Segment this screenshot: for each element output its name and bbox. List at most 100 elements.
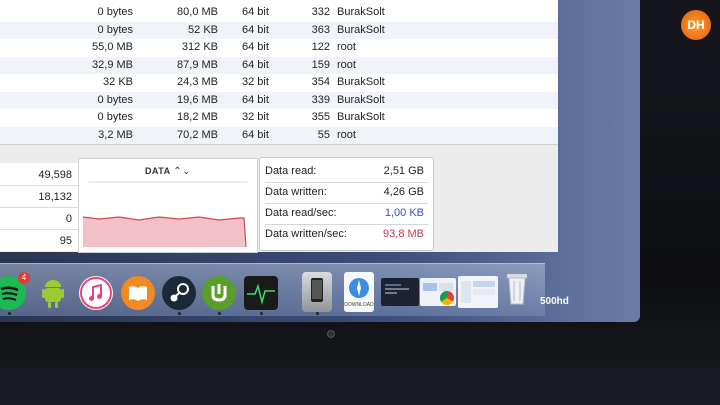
desktop-text: 500hd <box>540 296 569 307</box>
utorrent-icon[interactable] <box>202 276 236 310</box>
bytes-written-cell: 312 KB <box>181 41 218 53</box>
terminal-window-icon[interactable] <box>381 278 419 306</box>
kind-cell: 64 bit <box>242 41 269 53</box>
dock: 4 DOWNLOAD <box>0 263 545 316</box>
user-cell: BurakSolt <box>337 6 385 18</box>
table-row[interactable]: 55,0 MB 312 KB 64 bit 122 root <box>0 39 558 57</box>
table-row[interactable]: 3,2 MB 70,2 MB 64 bit 55 root <box>0 126 558 144</box>
bytes-written-cell: 18,2 MB <box>177 111 218 123</box>
reads-in-sec-count: 0 <box>65 213 72 225</box>
steam-icon[interactable] <box>162 276 196 310</box>
pid-cell: 55 <box>317 128 330 141</box>
bytes-written-cell: 24,3 MB <box>177 76 218 88</box>
bytes-written-cell: 80,0 MB <box>177 6 218 18</box>
photo-scene: 0 bytes 80,0 MB 64 bit 332 BurakSolt 0 b… <box>0 0 720 405</box>
itunes-icon[interactable] <box>79 276 113 310</box>
terminal-lines <box>385 284 409 294</box>
bytes-read-cell: 0 bytes <box>97 93 133 106</box>
kind-cell: 64 bit <box>242 6 269 18</box>
graph-svg <box>82 181 247 248</box>
disk-summary-panel: 49,598 18,132 0 95 DATA ⌃⌄ Data read: 2,… <box>0 145 558 253</box>
user-cell: BurakSolt <box>337 93 385 106</box>
steam-glyph <box>170 283 189 302</box>
data-read-value: 2,51 GB <box>383 165 424 177</box>
pid-cell: 354 <box>311 76 330 88</box>
bytes-read-cell: 0 bytes <box>97 6 133 18</box>
table-row[interactable]: 0 bytes 19,6 MB 64 bit 339 BurakSolt <box>0 91 558 109</box>
book-glyph <box>129 286 147 301</box>
bytes-read-cell: 0 bytes <box>97 23 133 36</box>
data-written-sec-value: 93,8 MB <box>383 228 424 240</box>
bytes-read-cell: 3,2 MB <box>98 128 133 141</box>
activity-monitor-window: 0 bytes 80,0 MB 64 bit 332 BurakSolt 0 b… <box>0 0 558 253</box>
activity-pulse <box>247 283 275 305</box>
io-counts-panel: 49,598 18,132 0 95 <box>0 163 79 251</box>
bytes-written-cell: 19,6 MB <box>177 93 218 106</box>
write-rate-area <box>83 217 246 247</box>
trash-can <box>507 274 527 305</box>
count-divider <box>0 185 78 186</box>
trash-icon[interactable] <box>503 268 531 308</box>
user-cell: BurakSolt <box>337 111 385 123</box>
writes-out-sec-count: 95 <box>59 235 72 247</box>
data-read-label: Data read: <box>265 165 317 177</box>
safari-download-icon[interactable]: DOWNLOAD <box>344 272 374 312</box>
pid-cell: 332 <box>311 6 330 18</box>
ibooks-icon[interactable] <box>121 276 155 310</box>
data-read-sec-value: 1,00 KB <box>384 207 424 219</box>
running-indicator <box>178 312 181 315</box>
laptop-screen: 0 bytes 80,0 MB 64 bit 332 BurakSolt 0 b… <box>0 0 640 322</box>
table-row[interactable]: 0 bytes 52 KB 64 bit 363 BurakSolt <box>0 21 558 39</box>
pid-cell: 159 <box>311 58 330 71</box>
count-divider <box>0 207 78 208</box>
kind-cell: 32 bit <box>242 76 269 88</box>
data-written-sec-label: Data written/sec: <box>265 228 347 240</box>
pid-cell: 355 <box>311 111 330 123</box>
kind-cell: 64 bit <box>242 58 269 71</box>
user-cell: root <box>337 41 356 53</box>
data-written-value: 4,26 GB <box>383 186 424 198</box>
android-file-transfer-icon[interactable] <box>36 276 70 310</box>
running-indicator <box>260 312 263 315</box>
pid-cell: 122 <box>311 41 330 53</box>
data-written-label: Data written: <box>265 186 327 198</box>
spotify-badge: 4 <box>18 272 30 284</box>
data-graph[interactable]: DATA ⌃⌄ <box>78 158 258 253</box>
bytes-read-cell: 32 KB <box>103 76 133 88</box>
running-indicator <box>218 312 221 315</box>
bytes-read-cell: 0 bytes <box>97 111 133 123</box>
table-row[interactable]: 0 bytes 18,2 MB 32 bit 355 BurakSolt <box>0 109 558 127</box>
table-row[interactable]: 32 KB 24,3 MB 32 bit 354 BurakSolt <box>0 74 558 92</box>
finder-window-icon[interactable] <box>458 276 498 308</box>
kind-cell: 64 bit <box>242 23 269 36</box>
table-row[interactable]: 0 bytes 80,0 MB 64 bit 332 BurakSolt <box>0 4 558 22</box>
process-table: 0 bytes 80,0 MB 64 bit 332 BurakSolt 0 b… <box>0 0 558 144</box>
kind-cell: 32 bit <box>242 111 269 123</box>
music-note <box>80 277 112 309</box>
table-row[interactable]: 32,9 MB 87,9 MB 64 bit 159 root <box>0 56 558 74</box>
data-read-sec-label: Data read/sec: <box>265 207 337 219</box>
chrome-icon[interactable] <box>440 291 454 305</box>
count-divider <box>0 229 78 230</box>
pid-cell: 363 <box>311 23 330 36</box>
running-indicator <box>8 312 11 315</box>
user-cell: BurakSolt <box>337 23 385 36</box>
bytes-read-cell: 55,0 MB <box>92 41 133 53</box>
writes-out-count: 18,132 <box>38 191 72 203</box>
data-stats-box: Data read: 2,51 GB Data written: 4,26 GB… <box>259 157 434 251</box>
phone-glyph <box>311 278 323 302</box>
activity-monitor-icon[interactable] <box>244 276 278 310</box>
bytes-written-cell: 70,2 MB <box>177 128 218 141</box>
channel-logo: DH <box>681 10 711 40</box>
android-robot <box>42 280 64 308</box>
kind-cell: 64 bit <box>242 93 269 106</box>
data-read-stat: Data read: 2,51 GB <box>265 161 428 181</box>
light-glint <box>463 3 470 10</box>
user-cell: root <box>337 58 356 71</box>
bytes-written-cell: 52 KB <box>188 23 218 36</box>
data-read-sec-stat: Data read/sec: 1,00 KB <box>265 203 428 223</box>
reads-in-count: 49,598 <box>38 169 72 181</box>
running-indicator <box>316 312 319 315</box>
user-cell: BurakSolt <box>337 76 385 88</box>
iphone-backup-icon[interactable] <box>302 272 332 312</box>
